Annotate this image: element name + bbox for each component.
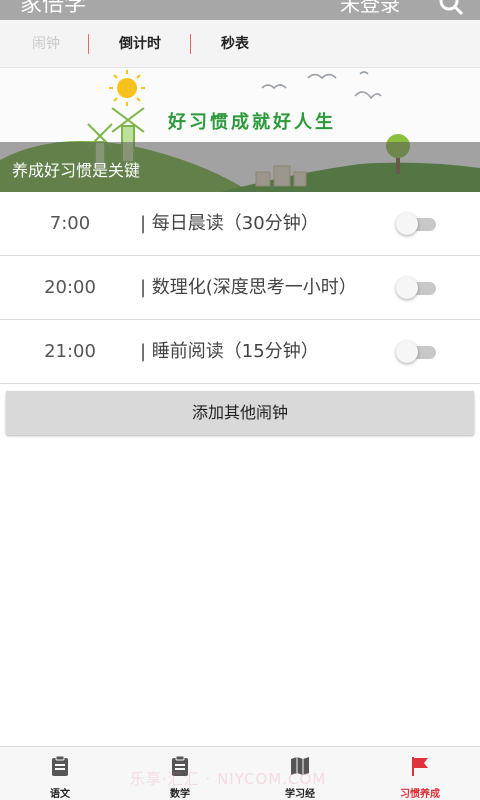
map-icon	[290, 755, 310, 777]
clipboard-icon	[50, 755, 70, 777]
alarm-label: | 每日晨读（30分钟）	[140, 213, 319, 234]
search-icon[interactable]	[438, 0, 464, 16]
sub-tab-bar: 闹钟 倒计时 秒表	[0, 20, 480, 68]
nav-label: 数学	[170, 789, 190, 800]
birds-icon	[261, 71, 382, 100]
alarm-toggle[interactable]	[396, 213, 438, 235]
alarm-label: | 数理化(深度思考一小时）	[140, 277, 357, 298]
nav-item-habits[interactable]: 习惯养成	[360, 747, 480, 800]
alarm-label: | 睡前阅读（15分钟）	[140, 341, 319, 362]
alarm-toggle[interactable]	[396, 277, 438, 299]
alarm-row[interactable]: 20:00 | 数理化(深度思考一小时）	[0, 256, 480, 320]
tab-alarm[interactable]: 闹钟	[18, 20, 74, 68]
alarm-time: 20:00	[44, 277, 96, 298]
alarm-time: 7:00	[49, 213, 91, 234]
app-bar: 家倍学 未登录	[0, 0, 480, 20]
banner-caption: 养成好习惯是关键	[12, 161, 141, 180]
tab-countdown[interactable]: 倒计时	[105, 20, 175, 68]
app-title: 家倍学	[20, 0, 87, 17]
nav-item-math[interactable]: 数学	[120, 747, 240, 800]
nav-item-chinese[interactable]: 语文	[0, 747, 120, 800]
tab-divider	[190, 34, 191, 54]
flag-icon	[410, 755, 430, 777]
alarm-time: 21:00	[44, 341, 96, 362]
alarm-row[interactable]: 21:00 | 睡前阅读（15分钟）	[0, 320, 480, 384]
nav-label: 语文	[50, 789, 70, 800]
banner[interactable]: 好习惯成就好人生 养成好习惯是关键	[0, 68, 480, 192]
tab-divider	[88, 34, 89, 54]
alarm-toggle[interactable]	[396, 341, 438, 363]
bottom-nav: 语文 数学 学习经 习惯养成	[0, 746, 480, 800]
toggle-knob	[396, 341, 418, 363]
toggle-knob	[396, 213, 418, 235]
alarm-list: 7:00 | 每日晨读（30分钟） 20:00 | 数理化(深度思考一小时） 2…	[0, 192, 480, 384]
alarm-row[interactable]: 7:00 | 每日晨读（30分钟）	[0, 192, 480, 256]
tab-stopwatch[interactable]: 秒表	[205, 20, 265, 68]
clipboard-icon	[170, 755, 190, 777]
nav-label: 学习经	[285, 789, 315, 800]
nav-label: 习惯养成	[400, 789, 440, 800]
banner-slogan: 好习惯成就好人生	[168, 112, 336, 133]
toggle-knob	[396, 277, 418, 299]
nav-item-study-guide[interactable]: 学习经	[240, 747, 360, 800]
sun-icon	[109, 70, 145, 106]
login-link[interactable]: 未登录	[340, 0, 400, 17]
add-alarm-button[interactable]: 添加其他闹钟	[6, 391, 474, 435]
